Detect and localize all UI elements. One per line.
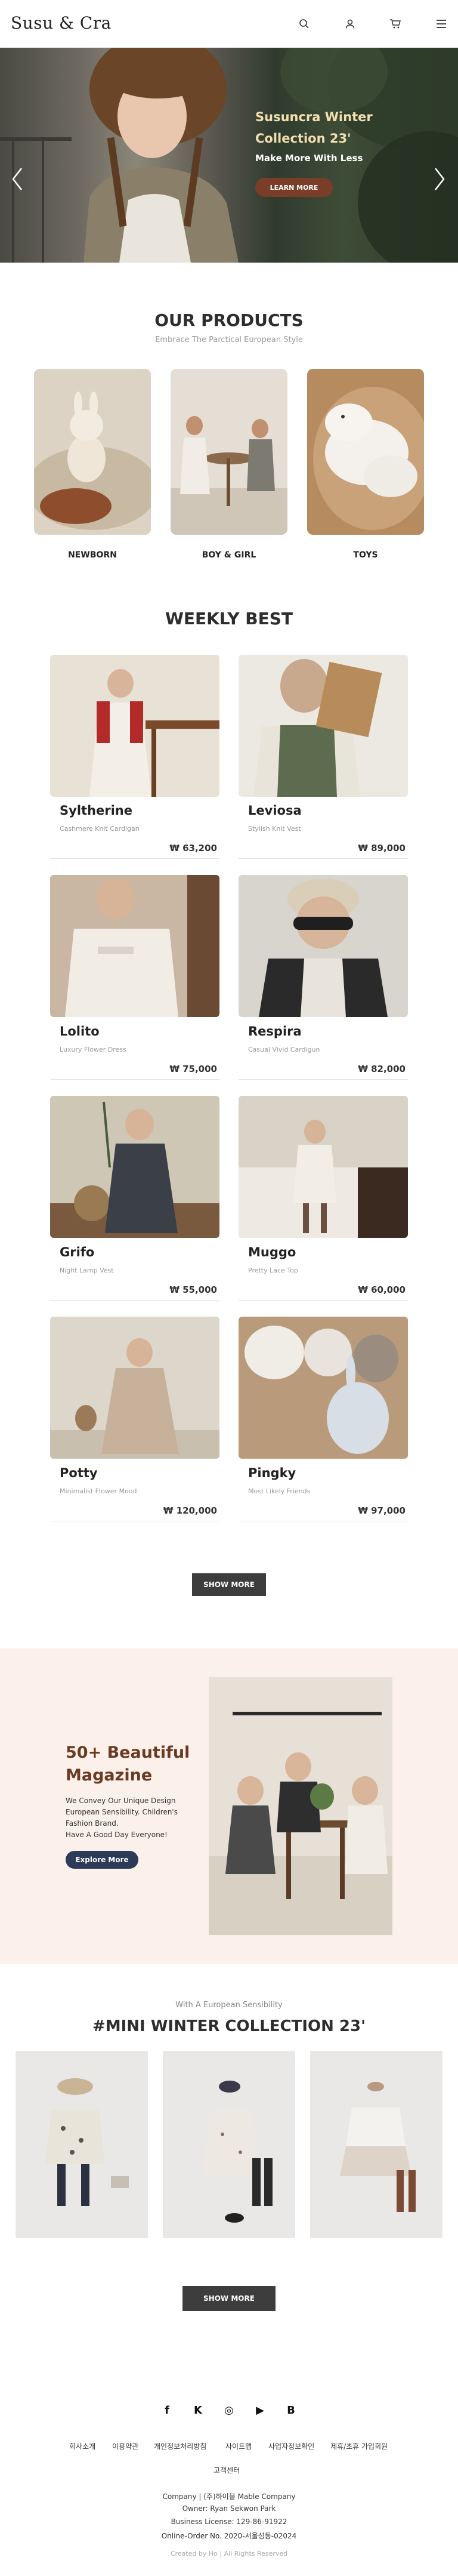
footer-link[interactable]: 회사소개 (69, 2441, 95, 2451)
product-image-syltherine[interactable] (50, 655, 219, 797)
magazine-line: Have A Good Day Everyone! (66, 1831, 168, 1839)
product-name[interactable]: Potty (60, 1466, 98, 1480)
product-image-lolito[interactable] (50, 875, 219, 1017)
footer-owner: Owner: Ryan Sekwon Park (182, 2504, 276, 2513)
products-heading: OUR PRODUCTS (154, 310, 304, 330)
product-image-leviosa[interactable] (239, 655, 408, 797)
mini-heading: #MINI WINTER COLLECTION 23' (92, 2017, 366, 2035)
product-desc: Cashmere Knit Cardigan (60, 825, 140, 833)
blog-icon[interactable]: B (283, 2402, 299, 2418)
mini-eyebrow: With A European Sensibility (175, 2001, 283, 2010)
product-desc: Stylish Knit Vest (248, 825, 301, 833)
product-image-pingky[interactable] (239, 1317, 408, 1459)
footer-order: Online-Order No. 2020-서울성동-02024 (161, 2532, 297, 2540)
category-label-newborn[interactable]: NEWBORN (34, 550, 151, 560)
product-desc: Pretty Lace Top (248, 1267, 298, 1274)
product-name[interactable]: Lolito (60, 1024, 100, 1039)
boy-girl-photo (171, 369, 287, 535)
hero-prev-arrow[interactable] (8, 161, 26, 197)
magazine-title: 50+ Beautiful Magazine (66, 1743, 190, 1785)
youtube-icon[interactable]: ▶ (252, 2402, 268, 2418)
explore-more-button[interactable]: Explore More (66, 1851, 138, 1869)
category-label-boy-girl[interactable]: BOY & GIRL (171, 550, 287, 560)
magazine-photo (209, 1677, 392, 1935)
product-desc: Night Lamp Vest (60, 1267, 114, 1274)
footer-link[interactable]: 이용약관 (112, 2441, 138, 2451)
mini-outfit-1 (16, 2051, 148, 2238)
product-name[interactable]: Muggo (248, 1245, 296, 1259)
category-card-toys[interactable] (307, 369, 424, 535)
product-desc: Luxury Flower Dress (60, 1046, 126, 1053)
hero-banner: Susuncra Winter Collection 23' Make More… (0, 48, 458, 263)
divider (239, 1079, 408, 1080)
product-name[interactable]: Respira (248, 1024, 302, 1039)
category-card-newborn[interactable] (34, 369, 151, 535)
product-price: ₩ 55,000 (169, 1284, 217, 1295)
weekly-show-more-button[interactable]: SHOW MORE (192, 1573, 266, 1596)
search-icon[interactable] (297, 17, 311, 31)
kakao-icon[interactable]: K (190, 2402, 206, 2418)
hero-photo (0, 48, 458, 263)
product-name[interactable]: Leviosa (248, 803, 302, 818)
footer-link[interactable]: 사업자정보확인 (268, 2441, 314, 2451)
mini-card-1[interactable] (16, 2051, 148, 2238)
learn-more-button[interactable]: LEARN MORE (255, 178, 333, 197)
product-price: ₩ 120,000 (163, 1505, 217, 1516)
product-desc: Most Likely Friends (248, 1487, 311, 1495)
divider (239, 858, 408, 859)
product-price: ₩ 75,000 (169, 1064, 217, 1074)
mini-card-2[interactable] (163, 2051, 295, 2238)
footer-link[interactable]: 사이트맵 (225, 2441, 252, 2451)
footer-copyright: Created by Ho | All Rights Reserved (170, 2550, 288, 2557)
product-name[interactable]: Pingky (248, 1466, 296, 1480)
facebook-icon[interactable]: f (159, 2402, 175, 2418)
product-desc: Minimalist Flower Mood (60, 1487, 137, 1495)
category-card-boy-girl[interactable] (171, 369, 287, 535)
product-price: ₩ 97,000 (358, 1505, 406, 1516)
divider (50, 1300, 219, 1301)
mini-show-more-button[interactable]: SHOW MORE (182, 2286, 276, 2311)
mini-outfit-3 (310, 2051, 442, 2238)
footer-link[interactable]: 개인정보처리방침 (154, 2441, 206, 2451)
hero-next-arrow[interactable] (431, 161, 448, 197)
divider (50, 858, 219, 859)
toys-photo (307, 369, 424, 535)
product-name[interactable]: Syltherine (60, 803, 132, 818)
site-logo[interactable]: Susu & Cra (11, 13, 112, 33)
product-image-respira[interactable] (239, 875, 408, 1017)
product-price: ₩ 89,000 (358, 843, 406, 853)
products-subtitle: Embrace The Parctical European Style (155, 335, 303, 344)
divider (50, 1079, 219, 1080)
site-header: Susu & Cra (0, 0, 458, 48)
footer-link[interactable]: 고객센터 (213, 2465, 240, 2475)
magazine-line: Fashion Brand. (66, 1819, 119, 1828)
hero-title: Susuncra Winter Collection 23' (255, 110, 373, 146)
mini-card-3[interactable] (310, 2051, 442, 2238)
magazine-line: European Sensibility. Children's (66, 1808, 178, 1816)
cart-icon[interactable] (388, 17, 403, 31)
weekly-heading: WEEKLY BEST (165, 609, 293, 628)
product-desc: Casual Vivid Cardigun (248, 1046, 320, 1053)
product-price: ₩ 60,000 (358, 1284, 406, 1295)
product-price: ₩ 63,200 (169, 843, 217, 853)
magazine-text: We Convey Our Unique Design European Sen… (66, 1795, 203, 1841)
product-image-grifo[interactable] (50, 1096, 219, 1238)
hero-subtitle: Make More With Less (255, 153, 363, 164)
product-image-potty[interactable] (50, 1317, 219, 1459)
mini-outfit-2 (163, 2051, 295, 2238)
magazine-line: We Convey Our Unique Design (66, 1797, 176, 1805)
menu-icon[interactable] (434, 17, 448, 31)
divider (239, 1300, 408, 1301)
product-price: ₩ 82,000 (358, 1064, 406, 1074)
category-label-toys[interactable]: TOYS (307, 550, 424, 560)
product-name[interactable]: Grifo (60, 1245, 94, 1259)
footer-company: Company | (주)하이블 Mable Company (162, 2492, 296, 2501)
instagram-icon[interactable]: ◎ (221, 2402, 237, 2418)
user-icon[interactable] (343, 17, 357, 31)
footer-link[interactable]: 제휴/초휴 가입회원 (330, 2441, 388, 2451)
newborn-photo (34, 369, 151, 535)
footer-license: Business License: 129-86-91922 (171, 2518, 287, 2526)
product-image-muggo[interactable] (239, 1096, 408, 1238)
